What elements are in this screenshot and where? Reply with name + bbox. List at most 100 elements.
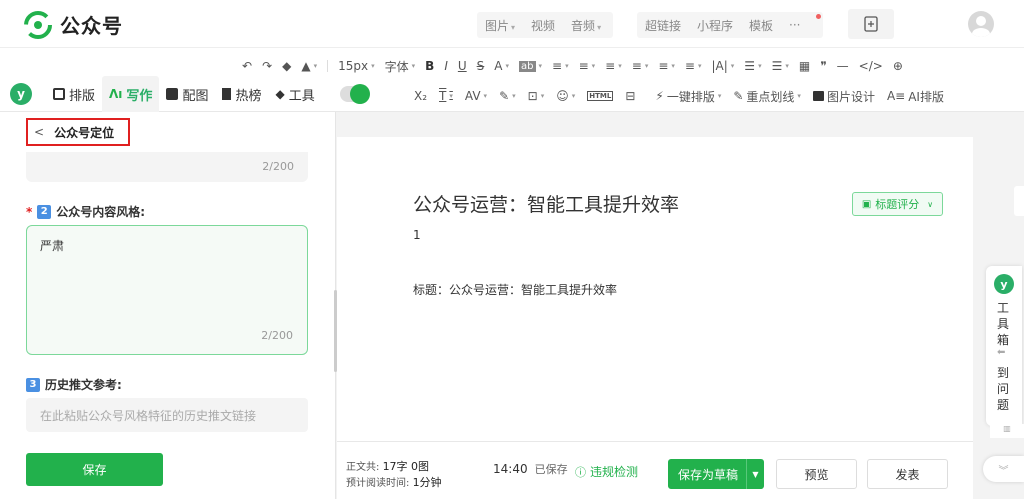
tab-layout[interactable]: 排版 [46,76,102,112]
toolbox-button[interactable]: ⊟ [625,89,635,103]
highlight-line-button[interactable]: ✎ 重点划线 ▾ [733,88,801,105]
wechat-logo-icon [24,10,52,39]
insert-image-button[interactable]: 图片 ▾ [485,17,515,34]
article-title[interactable]: 公众号运营：智能工具提升效率 [413,190,679,217]
emoji-button[interactable]: ☺ ▾ [556,89,575,103]
positioning-textarea[interactable]: 2/200 [26,152,308,182]
undo-button[interactable]: ↶ [242,59,252,73]
history-link-input[interactable]: 在此粘贴公众号风格特征的历史推文链接 [26,398,308,432]
layout-icon [53,88,65,100]
history-field-label: 3 历史推文参考: [26,376,122,393]
ai-layout-button[interactable]: A≡ AI排版 [887,88,944,105]
background-color-button[interactable]: ab ▾ [519,60,542,72]
image-design-button[interactable]: 图片设计 [812,88,875,105]
tab-image[interactable]: 配图 [159,76,215,112]
bulleted-list-button[interactable]: ☰ ▾ [744,59,761,73]
save-status: 14:40 已保存 [493,462,568,476]
body-text[interactable]: 1 [413,228,421,242]
clear-format-button[interactable]: ▲ ▾ [301,59,317,73]
code-button[interactable]: </> [859,59,883,73]
back-button[interactable]: < 公众号定位 [26,118,130,146]
one-click-layout-button[interactable]: ⚡ 一键排版 ▾ [655,88,721,105]
template-button[interactable]: 模板 [749,17,773,34]
save-button[interactable]: 保存 [26,453,163,486]
font-color-button[interactable]: A ▾ [494,59,509,73]
plugin-logo-icon[interactable]: y [10,83,32,105]
insert-miniprogram-button[interactable]: 小程序 [697,17,733,34]
style-value: 严肃 [40,239,65,253]
indent-button[interactable]: ≡ ▾ [579,59,596,73]
arrow-left-icon: ⬅ [997,347,1006,358]
char-spacing-button[interactable]: AV ▾ [465,89,487,103]
font-size-select[interactable]: 15px ▾ [338,59,375,73]
compliance-check-button[interactable]: ⓘ 违规检测 [575,463,638,480]
paragraph-spacing-button[interactable]: ≡ ▾ [632,59,649,73]
spacing-after-button[interactable]: ≡ ▾ [685,59,702,73]
editor-toolbar: ↶ ↷ ◆ ▲ ▾ 15px ▾ 字体 ▾ B I U S A ▾ ab ▾ ≡ ▾ ≡ ▾ … [0,48,1024,112]
style-field-label: * 2 公众号内容风格: [26,204,146,219]
chevron-down-icon: ∨ [927,199,934,209]
align-button[interactable]: ≡ ▾ [552,59,569,73]
more-button[interactable]: ··· [789,18,800,32]
html-button[interactable]: HTML [587,91,614,101]
italic-button[interactable]: I [444,59,448,73]
save-draft-button[interactable]: 保存为草稿 ▼ [668,459,764,489]
chevron-left-icon: < [34,125,45,139]
chart-button[interactable]: ⊡ ▾ [528,89,545,103]
collapse-button[interactable]: ︾ [983,456,1024,482]
link-insert-group: 超链接 小程序 模板 ··· [637,12,823,38]
tab-hot[interactable]: 热榜 [215,76,268,112]
bold-button[interactable]: B [425,59,434,73]
letter-spacing-button[interactable]: |A| ▾ [711,59,734,73]
style-textarea[interactable]: 严肃 2/200 [26,225,308,355]
notification-dot [816,14,821,19]
insert-video-button[interactable]: 视频 [531,17,555,34]
numbered-list-button[interactable]: ☰ ▾ [772,59,789,73]
expand-toolbar-button[interactable]: ⊕ [893,59,903,73]
top-header: 公众号 图片 ▾ 视频 音频 ▾ 超链接 小程序 模板 ··· [0,0,1024,48]
spacing-before-button[interactable]: ≡ ▾ [658,59,675,73]
article-editor[interactable]: 公众号运营：智能工具提升效率 ▣ 标题评分 ∨ 1 标题：公众号运营：智能工具提… [337,137,973,441]
line-height-button[interactable]: ≡ ▾ [605,59,622,73]
body-text[interactable]: 标题：公众号运营：智能工具提升效率 [413,281,617,298]
user-avatar-icon [972,16,990,37]
logo[interactable]: 公众号 [24,10,123,39]
logo-text: 公众号 [60,14,123,38]
subscript-button[interactable]: X₂ [414,89,427,103]
insert-link-button[interactable]: 超链接 [645,17,681,34]
divider [327,60,329,72]
tab-write[interactable]: Ʌı 写作 [102,76,160,112]
insert-audio-button[interactable]: 音频 ▾ [571,17,601,34]
format-painter-button[interactable]: ◆ [282,59,291,73]
bookmark-icon [222,88,232,100]
quote-button[interactable]: ❞ [820,59,826,73]
char-counter: 2/200 [261,329,293,342]
mini-icon[interactable]: ▥ [990,424,1024,438]
article-stats: 正文共: 17字 0图 预计阅读时间: 1分钟 [346,460,442,489]
format-toolbar-row: ↶ ↷ ◆ ▲ ▾ 15px ▾ 字体 ▾ B I U S A ▾ ab ▾ ≡ ▾ ≡ ▾ … [242,56,903,76]
table-button[interactable]: ▦ [799,59,810,73]
toolbox-float[interactable]: y 工具箱 ⬅ 到问题 [986,266,1022,426]
insert-toolbar-row: X₂ T ▾ AV ▾ ✎ ▾ ⊡ ▾ ☺ ▾ HTML ⊟ ⚡ 一键排版 ▾ ✎ 重点划线 ▾ … [414,86,944,106]
side-tabs: y 排版 Ʌı 写作 配图 热榜 ◆ 工具 [10,76,370,112]
document-button[interactable] [848,9,894,39]
tab-tools[interactable]: ◆ 工具 [268,76,321,112]
preview-button[interactable]: 预览 [776,459,857,489]
panel-title: 公众号定位 [54,125,115,140]
toggle-knob [349,84,370,104]
check-circle-icon: ⓘ [575,465,586,479]
chevron-down-icon[interactable]: ▼ [746,459,764,489]
avatar[interactable] [968,11,994,37]
underline-button[interactable]: U [458,59,467,73]
redo-button[interactable]: ↷ [262,59,272,73]
magic-pen-button[interactable]: ✎ ▾ [499,89,516,103]
write-panel: < 公众号定位 2/200 * 2 公众号内容风格: 严肃 2/200 3 历史… [0,112,341,499]
text-style-button[interactable]: T ▾ [439,89,453,103]
divider-line-button[interactable]: — [837,59,849,73]
strikethrough-button[interactable]: S [477,59,485,73]
publish-button[interactable]: 发表 [867,459,948,489]
plugin-toggle[interactable] [339,84,370,104]
side-handle[interactable] [1014,186,1024,216]
title-score-button[interactable]: ▣ 标题评分 ∨ [852,192,943,216]
font-family-select[interactable]: 字体 ▾ [385,58,416,75]
